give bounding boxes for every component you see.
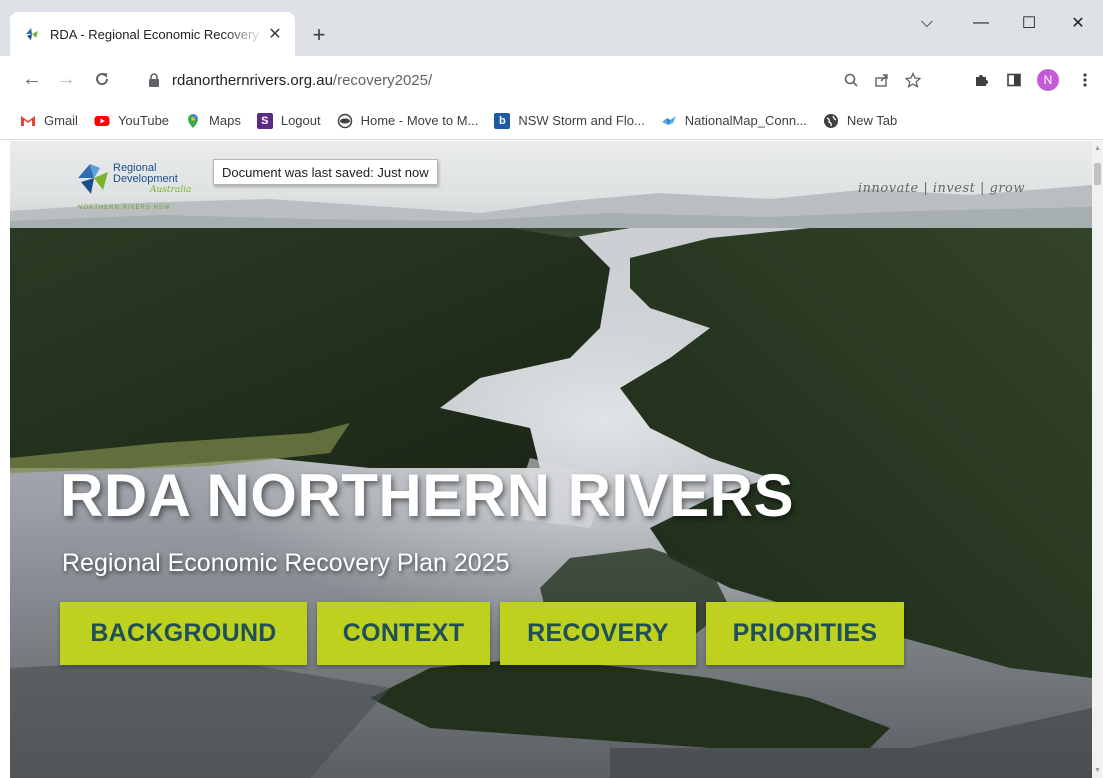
back-button[interactable]: ← [18, 65, 46, 93]
rda-favicon-icon [26, 28, 38, 40]
profile-avatar[interactable]: N [1037, 69, 1059, 91]
forward-button[interactable]: → [52, 65, 80, 93]
bookmark-gmail[interactable]: Gmail [20, 113, 78, 129]
new-tab-button[interactable]: + [306, 22, 332, 48]
logo-subtitle: NORTHERN RIVERS NSW [78, 205, 171, 211]
hero-section: Regional Development Australia NORTHERN … [10, 141, 1092, 778]
rda-logo-mark-icon [78, 164, 108, 194]
bookmark-label: Logout [280, 113, 321, 128]
browser-toolbar: ← → rdanorthernrivers.org.au/recovery202… [0, 56, 1103, 102]
hero-subtitle: Regional Economic Recovery Plan 2025 [62, 549, 510, 577]
bookmark-label: Gmail [44, 113, 78, 128]
context-button[interactable]: CONTEXT [317, 602, 490, 665]
url-text: rdanorthernrivers.org.au/recovery2025/ [172, 72, 432, 89]
scrollbar-thumb[interactable] [1094, 163, 1101, 185]
browser-window: RDA - Regional Economic Recovery Plan 20… [0, 0, 1103, 778]
site-tagline: innovate | invest | grow [858, 181, 1025, 196]
bookmark-label: NSW Storm and Flo... [518, 113, 645, 128]
share-icon[interactable] [871, 69, 893, 91]
more-menu-icon[interactable] [1074, 69, 1096, 91]
map-bird-icon [661, 115, 676, 125]
priorities-button[interactable]: PRIORITIES [706, 602, 904, 665]
bookmarks-bar: Gmail YouTube Maps S Logout Home - Move … [0, 102, 1103, 140]
gmail-icon [21, 115, 35, 126]
hero-title: RDA NORTHERN RIVERS [60, 462, 794, 529]
bookmark-label: New Tab [846, 113, 898, 128]
cloud-icon [337, 113, 352, 128]
reload-button[interactable] [88, 65, 116, 93]
bookmark-star-icon[interactable] [902, 69, 924, 91]
scroll-up-icon[interactable]: ▲ [1094, 145, 1101, 152]
page-viewport: Regional Development Australia NORTHERN … [10, 141, 1092, 778]
background-button[interactable]: BACKGROUND [60, 602, 307, 665]
close-window-button[interactable]: ✕ [1055, 8, 1101, 38]
tab-search-dropdown-icon[interactable]: ⌵ [904, 8, 950, 38]
bookmark-nsw-storm[interactable]: b NSW Storm and Flo... [494, 112, 645, 129]
scroll-down-icon[interactable]: ▼ [1094, 767, 1101, 774]
maximize-button[interactable]: ☐ [1006, 8, 1052, 38]
lock-icon [149, 73, 159, 87]
reload-icon [96, 73, 109, 86]
bookmark-label: Maps [209, 113, 241, 128]
url-path: /recovery2025/ [332, 71, 433, 89]
bookmark-youtube[interactable]: YouTube [94, 113, 169, 129]
tab-strip: RDA - Regional Economic Recovery Plan 20… [0, 0, 1103, 56]
bookmark-logout[interactable]: S Logout [256, 112, 321, 129]
side-panel-icon[interactable] [1003, 69, 1025, 91]
tab-close-icon[interactable]: ✕ [265, 24, 285, 44]
tab-title: RDA - Regional Economic Recovery Plan 20… [50, 26, 265, 42]
bookmark-new-tab[interactable]: New Tab [823, 113, 897, 129]
s-logo-icon: S [256, 112, 273, 129]
bookmark-nationalmap[interactable]: NationalMap_Conn... [661, 113, 807, 129]
bookmark-home-move[interactable]: Home - Move to M... [337, 113, 479, 129]
bookmark-label: YouTube [117, 113, 170, 128]
globe-icon [823, 113, 838, 128]
extensions-puzzle-icon[interactable] [970, 69, 992, 91]
recovery-button[interactable]: RECOVERY [500, 602, 696, 665]
address-bar[interactable]: rdanorthernrivers.org.au/recovery2025/ [138, 65, 946, 95]
url-host: rdanorthernrivers.org.au [172, 71, 333, 89]
minimize-button[interactable]: — [958, 8, 1004, 38]
logo-line-australia: Australia [150, 185, 192, 195]
maps-icon [188, 113, 199, 128]
youtube-icon [94, 115, 110, 126]
zoom-search-icon[interactable] [840, 69, 862, 91]
bookmark-maps[interactable]: Maps [185, 113, 241, 129]
bookmark-label: NationalMap_Conn... [684, 113, 807, 128]
active-tab[interactable]: RDA - Regional Economic Recovery Plan 20… [10, 12, 295, 56]
save-status-tooltip: Document was last saved: Just now [213, 159, 438, 185]
logo-line-development: Development [113, 173, 178, 185]
bookmark-label: Home - Move to M... [360, 113, 479, 128]
vertical-scrollbar[interactable]: ▲ ▼ [1092, 141, 1103, 778]
b-logo-icon: b [494, 112, 511, 129]
